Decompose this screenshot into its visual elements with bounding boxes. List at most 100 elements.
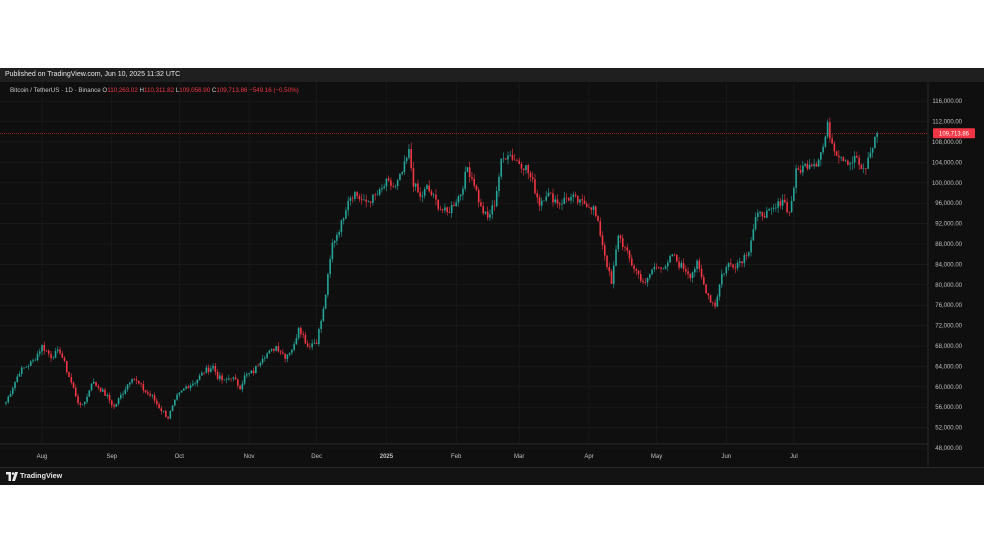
candle-body	[572, 194, 575, 197]
candle-body	[300, 327, 302, 334]
candle-body	[14, 381, 16, 389]
candle-body	[423, 189, 426, 196]
price-tick-label: 84,000.00	[935, 262, 962, 268]
candle-body	[140, 383, 142, 385]
candle-body	[732, 264, 734, 268]
candle-body	[16, 376, 19, 382]
candle-body	[90, 383, 93, 391]
candle-body	[608, 267, 611, 272]
candle-body	[113, 405, 115, 407]
candle-body	[554, 199, 557, 203]
candle-body	[241, 383, 244, 390]
price-tick-label: 112,000.00	[932, 120, 962, 126]
candle-body	[347, 200, 349, 211]
time-tick-label: Aug	[37, 454, 48, 460]
candle-body	[621, 238, 624, 248]
high-value: 110,311.82	[143, 87, 175, 94]
price-tick-label: 104,000.00	[932, 160, 963, 166]
candle-body	[457, 196, 460, 203]
candle-body	[34, 360, 37, 361]
candlestick-chart[interactable]: 116,000.00 112,000.00 108,000.00 104,000.00…	[0, 82, 984, 467]
time-tick-label: 2025	[380, 454, 394, 460]
candle-body	[234, 377, 237, 380]
candle-body	[570, 196, 572, 201]
candle-body	[678, 261, 680, 268]
candle-body	[160, 408, 163, 412]
candle-body	[399, 173, 401, 181]
candle-body	[376, 194, 379, 196]
candle-body	[849, 163, 851, 165]
candle-body	[694, 268, 696, 273]
chart-legend: Bitcoin / TetherUS · 1D · Binance O110,2…	[10, 87, 299, 94]
candle-body	[153, 395, 156, 401]
candle-body	[151, 395, 154, 396]
candle-body	[340, 220, 343, 233]
candle-body	[646, 277, 649, 283]
candle-body	[750, 240, 752, 253]
candle-body	[255, 365, 257, 374]
candle-body	[43, 344, 46, 351]
candle-body	[207, 367, 210, 372]
candle-body	[169, 410, 172, 419]
candle-body	[194, 383, 196, 384]
candle-body	[511, 154, 514, 160]
candle-body	[63, 357, 66, 362]
candle-body	[97, 385, 100, 388]
candle-body	[741, 261, 743, 264]
candle-body	[444, 207, 446, 211]
candle-body	[788, 212, 791, 213]
candle-body	[237, 379, 239, 386]
candle-body	[853, 155, 856, 163]
candle-body	[232, 377, 235, 379]
candle-body	[802, 165, 804, 173]
candle-body	[865, 168, 867, 170]
candle-body	[156, 400, 158, 405]
candle-body	[513, 159, 516, 161]
candle-body	[619, 235, 622, 239]
candle-body	[534, 179, 536, 194]
candle-body	[871, 148, 874, 153]
candle-body	[95, 381, 97, 386]
candle-body	[435, 194, 437, 200]
candle-body	[779, 201, 782, 206]
candle-body	[639, 274, 642, 281]
low-value: 109,056.90	[179, 87, 211, 94]
candle-body	[277, 346, 280, 352]
candle-body	[309, 346, 311, 348]
candle-body	[284, 353, 286, 359]
candle-body	[804, 163, 806, 166]
candle-body	[426, 185, 428, 190]
candle-body	[833, 143, 836, 152]
candle-body	[777, 201, 779, 208]
candle-body	[709, 295, 712, 303]
candle-body	[205, 367, 208, 373]
candle-body	[775, 207, 777, 209]
candle-body	[120, 394, 122, 399]
candle-body	[491, 205, 494, 215]
candle-body	[20, 367, 23, 374]
candle-body	[266, 353, 268, 358]
candle-body	[745, 254, 748, 256]
candle-body	[304, 335, 307, 344]
tradingview-logo-icon	[6, 472, 18, 481]
candle-body	[529, 173, 532, 178]
candle-body	[428, 185, 430, 192]
candle-body	[563, 197, 566, 204]
candle-body	[369, 201, 372, 203]
candle-body	[338, 232, 340, 235]
candle-body	[192, 383, 194, 386]
candle-body	[718, 284, 721, 297]
candle-body	[129, 382, 131, 385]
candle-body	[239, 385, 241, 390]
candle-body	[61, 353, 64, 358]
candle-body	[790, 200, 793, 213]
candle-body	[279, 351, 282, 353]
candle-body	[455, 202, 457, 207]
candle-body	[441, 209, 444, 211]
candle-body	[36, 353, 39, 361]
candle-body	[293, 344, 295, 350]
open-value: 110,263.02	[107, 87, 138, 94]
candle-body	[270, 348, 273, 351]
candle-body	[484, 211, 487, 214]
candle-body	[223, 379, 226, 381]
